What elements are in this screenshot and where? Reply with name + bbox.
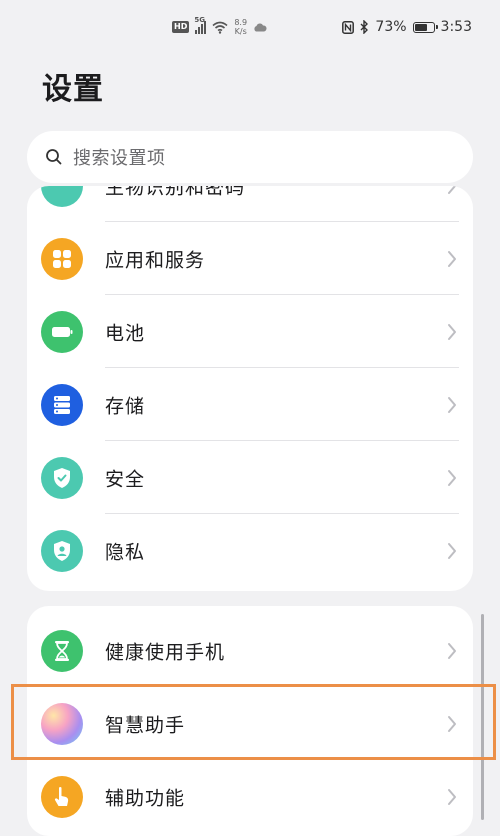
settings-item-digital-balance[interactable]: 健康使用手机 bbox=[27, 614, 473, 687]
chevron-right-icon bbox=[448, 542, 456, 559]
chevron-right-icon bbox=[448, 788, 456, 805]
apps-icon bbox=[41, 237, 83, 280]
settings-item-biometrics[interactable]: 生物识别和密码 bbox=[27, 186, 473, 222]
page-title: 设置 bbox=[42, 72, 104, 107]
battery-indicator-icon bbox=[412, 21, 438, 33]
speed-value: 8.9 bbox=[234, 18, 248, 27]
settings-item-label: 健康使用手机 bbox=[105, 641, 226, 663]
status-right: 73% 3:53 bbox=[342, 19, 472, 35]
status-left: HD 5G 8.9 K/s bbox=[172, 16, 267, 36]
search-input[interactable]: 搜索设置项 bbox=[27, 131, 473, 183]
settings-group-wellbeing: 健康使用手机 智慧助手 辅助功能 bbox=[27, 606, 473, 836]
settings-item-security[interactable]: 安全 bbox=[27, 441, 473, 514]
settings-group-security: 生物识别和密码 应用和服务 电池 存储 安全 隐私 bbox=[27, 186, 473, 591]
settings-item-apps[interactable]: 应用和服务 bbox=[27, 222, 473, 295]
speed-unit: K/s bbox=[234, 27, 247, 36]
settings-item-label: 生物识别和密码 bbox=[105, 186, 246, 198]
chevron-right-icon bbox=[448, 396, 456, 413]
storage-icon bbox=[41, 383, 83, 426]
search-icon bbox=[46, 149, 62, 165]
hand-icon bbox=[41, 775, 83, 818]
network-speed: 8.9 K/s bbox=[234, 18, 247, 36]
settings-item-label: 应用和服务 bbox=[105, 249, 206, 271]
battery-icon bbox=[41, 310, 83, 353]
settings-item-battery[interactable]: 电池 bbox=[27, 295, 473, 368]
settings-item-privacy[interactable]: 隐私 bbox=[27, 514, 473, 587]
assistant-icon bbox=[41, 702, 83, 745]
chevron-right-icon bbox=[448, 715, 456, 732]
shield-check-icon bbox=[41, 456, 83, 499]
chevron-right-icon bbox=[448, 186, 456, 194]
settings-item-label: 智慧助手 bbox=[105, 714, 186, 736]
settings-item-accessibility[interactable]: 辅助功能 bbox=[27, 760, 473, 833]
settings-item-label: 辅助功能 bbox=[105, 787, 186, 809]
fingerprint-icon bbox=[41, 186, 83, 207]
chevron-right-icon bbox=[448, 323, 456, 340]
search-placeholder: 搜索设置项 bbox=[73, 148, 166, 169]
chevron-right-icon bbox=[448, 469, 456, 486]
chevron-right-icon bbox=[448, 642, 456, 659]
nfc-icon bbox=[342, 20, 355, 34]
cloud-icon bbox=[254, 23, 267, 31]
network-type: 5G bbox=[194, 16, 205, 24]
privacy-icon bbox=[41, 529, 83, 572]
battery-percent: 73% bbox=[375, 19, 407, 35]
hourglass-icon bbox=[41, 629, 83, 672]
scrollbar[interactable] bbox=[481, 614, 484, 820]
settings-item-label: 隐私 bbox=[105, 541, 146, 563]
chevron-right-icon bbox=[448, 250, 456, 267]
signal-icon: 5G bbox=[194, 16, 207, 34]
bluetooth-icon bbox=[360, 20, 369, 34]
settings-item-label: 安全 bbox=[105, 468, 146, 490]
wifi-icon bbox=[212, 21, 228, 34]
settings-item-label: 电池 bbox=[105, 322, 146, 344]
status-bar: HD 5G 8.9 K/s 73% 3:53 bbox=[0, 0, 500, 58]
hd-badge: HD bbox=[172, 21, 190, 33]
settings-item-label: 存储 bbox=[105, 395, 146, 417]
settings-item-storage[interactable]: 存储 bbox=[27, 368, 473, 441]
clock: 3:53 bbox=[440, 19, 472, 35]
settings-item-smart-assistant[interactable]: 智慧助手 bbox=[27, 687, 473, 760]
